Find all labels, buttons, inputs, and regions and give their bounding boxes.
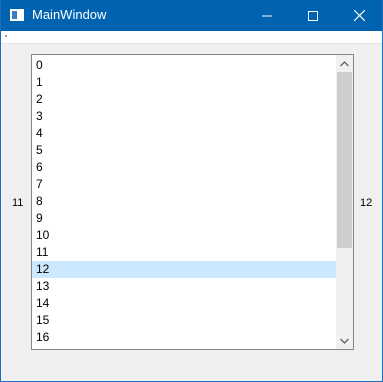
list-item[interactable]: 1 (32, 74, 336, 91)
list-item[interactable]: 6 (32, 159, 336, 176)
chevron-down-icon (340, 338, 349, 344)
left-value-label: 11 (12, 197, 24, 209)
close-button[interactable] (336, 0, 382, 31)
list-items: 0 1 2 3 4 5 6 7 8 9 10 11 12 13 14 15 16 (32, 57, 336, 346)
list-item[interactable]: 9 (32, 210, 336, 227)
scroll-down-button[interactable] (336, 332, 353, 349)
main-window: MainWindow 11 12 0 1 2 3 4 5 6 7 8 9 10 … (0, 0, 383, 382)
scroll-up-button[interactable] (336, 55, 353, 72)
menu-bar (1, 31, 382, 44)
list-item[interactable]: 16 (32, 329, 336, 346)
list-item[interactable]: 10 (32, 227, 336, 244)
right-value-label: 12 (360, 197, 373, 209)
list-item[interactable]: 4 (32, 125, 336, 142)
list-item[interactable]: 14 (32, 295, 336, 312)
menu-bar-handle (5, 35, 7, 37)
list-item-selected[interactable]: 12 (32, 261, 336, 278)
list-item[interactable]: 2 (32, 91, 336, 108)
title-bar[interactable]: MainWindow (1, 0, 382, 31)
scrollbar-thumb[interactable] (337, 72, 352, 248)
list-item[interactable]: 0 (32, 57, 336, 74)
list-item[interactable]: 13 (32, 278, 336, 295)
window-title: MainWindow (32, 7, 107, 22)
list-item[interactable]: 3 (32, 108, 336, 125)
list-item[interactable]: 15 (32, 312, 336, 329)
minimize-icon (262, 15, 272, 16)
close-icon (353, 10, 365, 21)
number-list[interactable]: 0 1 2 3 4 5 6 7 8 9 10 11 12 13 14 15 16 (31, 54, 354, 350)
list-item[interactable]: 11 (32, 244, 336, 261)
list-item[interactable]: 5 (32, 142, 336, 159)
list-item[interactable]: 7 (32, 176, 336, 193)
maximize-button[interactable] (290, 0, 336, 31)
app-window-icon (10, 9, 24, 21)
list-item[interactable]: 8 (32, 193, 336, 210)
vertical-scrollbar[interactable] (336, 55, 353, 349)
maximize-icon (308, 10, 318, 21)
chevron-up-icon (340, 60, 349, 66)
minimize-button[interactable] (244, 0, 290, 31)
